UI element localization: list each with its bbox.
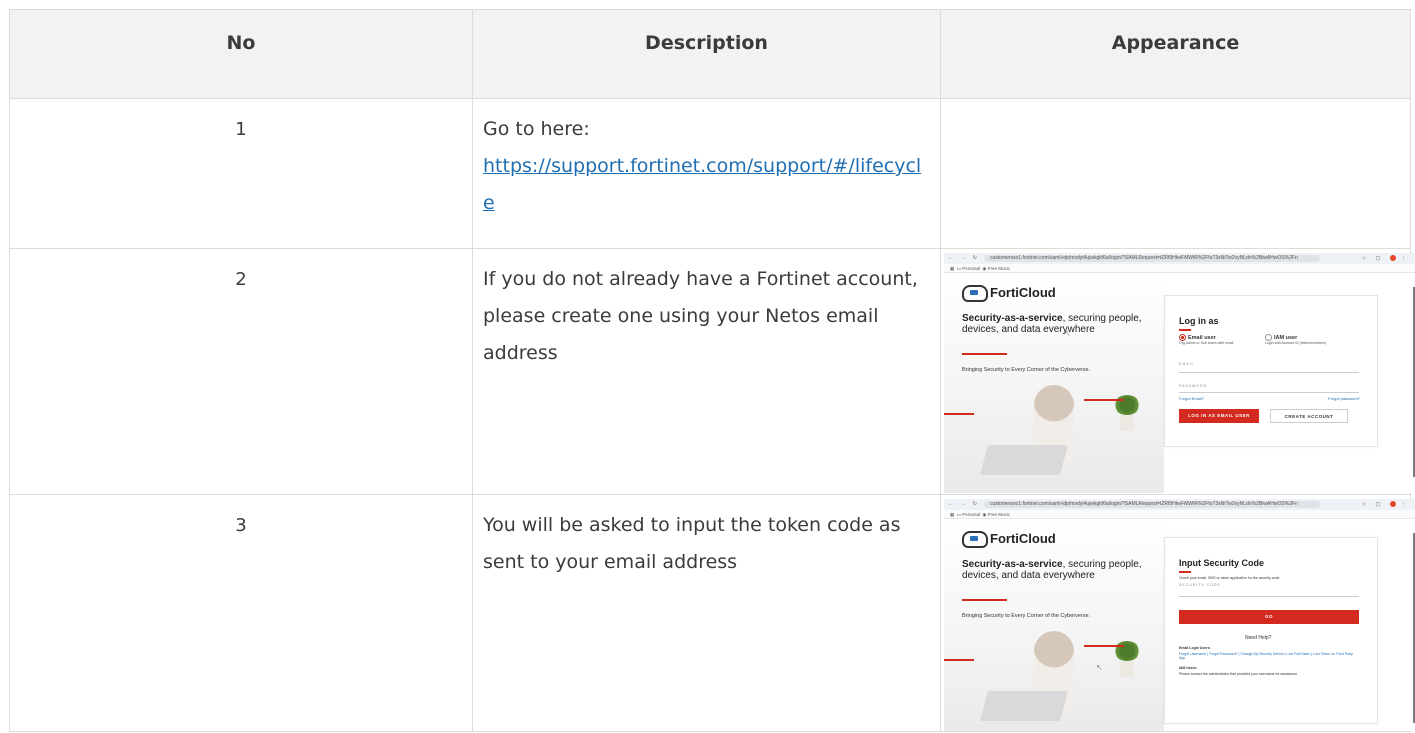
bookmark-free-music: Free Music — [987, 266, 1010, 271]
hero-subtitle: Bringing Security to Every Corner of the… — [962, 367, 1091, 373]
browser-nav-icons: ← → ↻ — [948, 255, 980, 261]
security-code-label: SECURITY CODE — [1179, 583, 1221, 587]
forgot-password-link[interactable]: Forgot password? — [1328, 396, 1360, 401]
hero-panel — [944, 275, 1164, 493]
mouse-cursor-icon: ↖ — [1096, 663, 1103, 672]
table-header-row: No Description Appearance — [9, 9, 1411, 99]
browser-actions-icons: ☆ ▢ ⋮ — [1361, 501, 1410, 508]
bookmark-personal: Personal — [962, 266, 981, 271]
bookmarks-bar: ▦ ▭ Personal ◉ Free Music — [944, 510, 1415, 519]
forticloud-login-screenshot: ← → ↻ customersso1.fortinet.com/saml-idp… — [944, 253, 1415, 493]
row-description: You will be asked to input the token cod… — [472, 494, 941, 732]
accent-line — [962, 353, 1007, 355]
lifecycle-link[interactable]: https://support.fortinet.com/support/#/l… — [483, 155, 921, 214]
code-instruction: Check your email, SMS or token applicati… — [1179, 576, 1281, 580]
accent-line — [962, 599, 1007, 601]
pot-image — [1120, 415, 1134, 431]
laptop-image — [979, 691, 1069, 721]
address-bar: customersso1.fortinet.com/saml-idp/mvdyt… — [984, 255, 1320, 262]
laptop-image — [979, 445, 1069, 475]
iam-help-text: Please contact the administrator that pr… — [1179, 672, 1299, 676]
address-bar: customersso1.fortinet.com/saml-idp/mvdyt… — [984, 501, 1320, 508]
row-description: If you do not already have a Fortinet ac… — [472, 248, 941, 495]
go-button[interactable]: GO — [1179, 610, 1359, 624]
help-links[interactable]: Forgot Username | Forgot Password? | Cha… — [1179, 652, 1359, 660]
row-number: 3 — [9, 494, 473, 732]
heading-underline — [1179, 329, 1191, 331]
forgot-email-link[interactable]: Forgot Email? — [1179, 396, 1204, 401]
row-number: 1 — [9, 98, 473, 249]
need-help-label: Need Help? — [1245, 635, 1272, 641]
email-label: EMAIL — [1179, 362, 1195, 366]
accent-line — [944, 659, 974, 661]
profile-icon — [1389, 255, 1396, 261]
tagline: Security-as-a-service, securing people, … — [962, 313, 1142, 335]
header-description: Description — [472, 9, 941, 99]
row-number: 2 — [9, 248, 473, 495]
forticloud-logo: FortiCloud — [962, 531, 1056, 549]
row-appearance: ← → ↻ customersso1.fortinet.com/saml-idp… — [940, 494, 1415, 732]
hero-subtitle: Bringing Security to Every Corner of the… — [962, 613, 1091, 619]
iam-user-radio[interactable]: IAM user Login with Account ID (letters/n… — [1265, 334, 1326, 345]
password-field[interactable] — [1179, 392, 1359, 393]
tagline: Security-as-a-service, securing people, … — [962, 559, 1142, 581]
plant-image — [1114, 395, 1140, 415]
email-field[interactable] — [1179, 372, 1359, 373]
email-user-radio[interactable]: Email user Org Admin or Sub Users with em… — [1179, 334, 1233, 345]
security-code-card: Input Security Code Check your email, SM… — [1164, 537, 1378, 724]
heading-underline — [1179, 571, 1191, 573]
email-users-label: Email Login Users: — [1179, 646, 1211, 650]
browser-toolbar: ← → ↻ customersso1.fortinet.com/saml-idp… — [944, 499, 1415, 510]
browser-actions-icons: ☆ ▢ ⋮ — [1361, 255, 1410, 262]
browser-nav-icons: ← → ↻ — [948, 501, 980, 507]
create-account-button[interactable]: CREATE ACCOUNT — [1270, 409, 1348, 423]
cloud-icon — [962, 285, 988, 303]
steps-table: No Description Appearance 1 Go to here: … — [9, 9, 1415, 732]
description-text: Go to here: — [483, 118, 590, 140]
row-appearance: ← → ↻ customersso1.fortinet.com/saml-idp… — [940, 248, 1415, 495]
accent-line — [1084, 399, 1124, 401]
plant-image — [1114, 641, 1140, 661]
table-row: 1 Go to here: https://support.fortinet.c… — [9, 98, 1411, 249]
code-heading: Input Security Code — [1179, 558, 1265, 568]
table-row: 2 If you do not already have a Fortinet … — [9, 248, 1415, 495]
profile-icon — [1389, 501, 1396, 507]
security-code-field[interactable] — [1179, 596, 1359, 597]
mouse-cursor-icon: ↖ — [1064, 329, 1071, 338]
cloud-icon — [962, 531, 988, 549]
pot-image — [1120, 661, 1134, 677]
forticloud-code-screenshot: ← → ↻ customersso1.fortinet.com/saml-idp… — [944, 499, 1415, 731]
table-row: 3 You will be asked to input the token c… — [9, 494, 1415, 732]
row-appearance — [940, 98, 1411, 249]
forticloud-logo: FortiCloud — [962, 285, 1056, 303]
radio-checked-icon — [1179, 334, 1186, 341]
iam-users-label: IAM Users: — [1179, 666, 1198, 670]
accent-line — [1084, 645, 1124, 647]
radio-unchecked-icon — [1265, 334, 1272, 341]
bookmark-free-music: Free Music — [987, 512, 1010, 517]
header-no: No — [9, 9, 473, 99]
bookmarks-bar: ▦ ▭ Personal ◉ Free Music — [944, 264, 1415, 273]
login-heading: Log in as — [1179, 316, 1219, 326]
login-card: Log in as Email user Org Admin or Sub Use… — [1164, 295, 1378, 447]
login-email-user-button[interactable]: LOG IN AS EMAIL USER — [1179, 409, 1259, 423]
bookmark-personal: Personal — [962, 512, 981, 517]
accent-line — [944, 413, 974, 415]
hero-panel — [944, 521, 1164, 731]
password-label: PASSWORD — [1179, 384, 1208, 388]
header-appearance: Appearance — [940, 9, 1411, 99]
row-description: Go to here: https://support.fortinet.com… — [472, 98, 941, 249]
browser-toolbar: ← → ↻ customersso1.fortinet.com/saml-idp… — [944, 253, 1415, 264]
